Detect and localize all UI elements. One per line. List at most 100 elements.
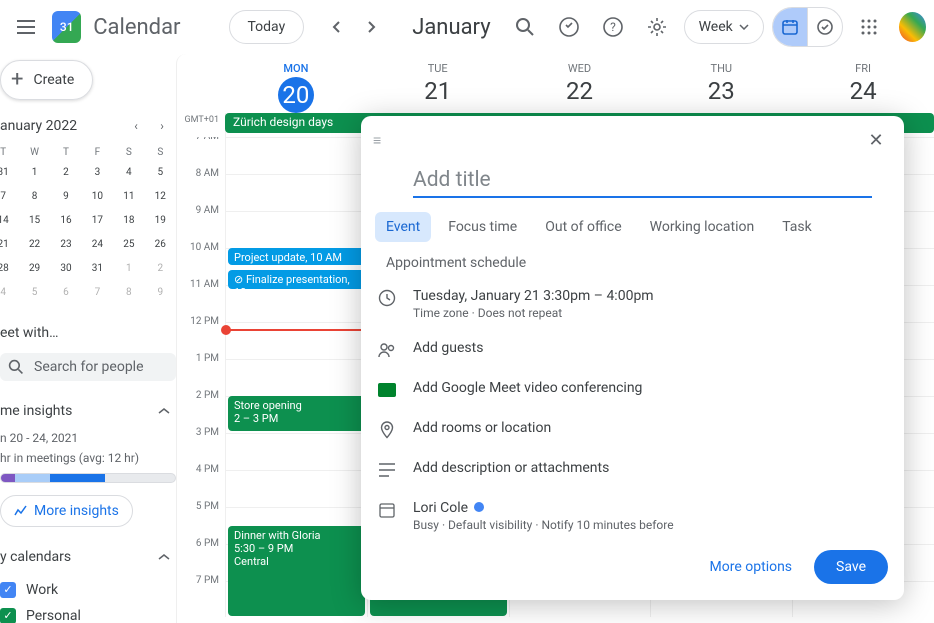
view-label: Week xyxy=(699,19,733,35)
google-apps-icon[interactable] xyxy=(851,7,887,47)
next-week-button[interactable] xyxy=(356,11,388,43)
my-calendars-header[interactable]: y calendars xyxy=(0,543,176,571)
mini-day[interactable]: 25 xyxy=(118,234,140,256)
search-icon[interactable] xyxy=(507,7,543,47)
day-header[interactable]: FRI24 xyxy=(792,54,934,113)
location-row[interactable]: Add rooms or location xyxy=(377,410,888,450)
mini-day[interactable]: 16 xyxy=(55,210,77,232)
event-type-tab[interactable]: Out of office xyxy=(534,212,632,242)
mini-day[interactable]: 21 xyxy=(0,234,14,256)
day-number: 22 xyxy=(509,77,651,105)
event-title-input[interactable] xyxy=(413,164,872,198)
mini-day[interactable]: 18 xyxy=(118,210,140,232)
mini-day[interactable]: 31 xyxy=(86,258,108,280)
calendar-event[interactable]: Store opening2 – 3 PM xyxy=(228,396,365,431)
datetime-row[interactable]: Tuesday, January 21 3:30pm – 4:00pm Time… xyxy=(377,278,888,330)
save-button[interactable]: Save xyxy=(814,550,888,584)
event-type-tab[interactable]: Task xyxy=(771,212,823,242)
mini-day[interactable]: 24 xyxy=(86,234,108,256)
create-button[interactable]: + Create xyxy=(0,60,93,100)
plus-icon: + xyxy=(11,71,23,89)
mini-day[interactable]: 3 xyxy=(86,162,108,184)
calendar-event[interactable]: ⊘ Finalize presentation, 10 xyxy=(228,270,365,288)
mini-day[interactable]: 5 xyxy=(24,282,46,304)
description-row[interactable]: Add description or attachments xyxy=(377,450,888,490)
drag-handle-icon[interactable]: ≡ xyxy=(373,132,381,149)
tasks-mode-button[interactable] xyxy=(807,8,841,46)
mini-day[interactable]: 15 xyxy=(24,210,46,232)
day-of-week: MON xyxy=(225,62,367,75)
mini-day[interactable]: 12 xyxy=(149,186,171,208)
meet-row[interactable]: Add Google Meet video conferencing xyxy=(377,370,888,410)
mini-next-button[interactable]: › xyxy=(150,114,174,138)
mini-day[interactable]: 4 xyxy=(118,162,140,184)
event-type-tab[interactable]: Working location xyxy=(639,212,766,242)
mini-day[interactable]: 8 xyxy=(24,186,46,208)
close-button[interactable]: ✕ xyxy=(860,124,892,156)
mini-day[interactable]: 31 xyxy=(0,162,14,184)
insights-header[interactable]: me insights xyxy=(0,397,176,425)
mini-day[interactable]: 7 xyxy=(86,282,108,304)
mini-day[interactable]: 17 xyxy=(86,210,108,232)
mini-day[interactable]: 23 xyxy=(55,234,77,256)
mini-day[interactable]: 19 xyxy=(149,210,171,232)
mini-day[interactable]: 26 xyxy=(149,234,171,256)
day-column[interactable]: Project update, 10 AM ⊘ Finalize presenta… xyxy=(225,137,367,617)
time-label: 12 PM xyxy=(177,316,225,353)
mini-day[interactable]: 9 xyxy=(149,282,171,304)
mini-day[interactable]: 6 xyxy=(55,282,77,304)
event-type-tab[interactable]: Appointment schedule xyxy=(375,248,537,278)
time-label: 7 PM xyxy=(177,575,225,612)
mini-day[interactable]: 4 xyxy=(0,282,14,304)
mini-day[interactable]: 29 xyxy=(24,258,46,280)
mini-day[interactable]: 1 xyxy=(24,162,46,184)
calendar-item[interactable]: ✓Personal xyxy=(0,603,176,623)
main-menu-icon[interactable] xyxy=(8,7,44,47)
mini-day[interactable]: 11 xyxy=(118,186,140,208)
calendar-owner-row[interactable]: Lori Cole Busy · Default visibility · No… xyxy=(377,490,888,542)
chart-icon xyxy=(14,504,28,518)
insights-avg: hr in meetings (avg: 12 hr) xyxy=(0,451,176,465)
today-button[interactable]: Today xyxy=(229,10,305,44)
my-calendars-title: y calendars xyxy=(0,549,71,565)
calendar-logo: 31 xyxy=(52,11,81,43)
mini-prev-button[interactable]: ‹ xyxy=(124,114,148,138)
mini-calendar[interactable]: MTWTFSS303112345678910111213141516171819… xyxy=(0,144,176,305)
calendar-mode-button[interactable] xyxy=(773,8,807,46)
support-icon[interactable] xyxy=(551,7,587,47)
mini-day[interactable]: 30 xyxy=(55,258,77,280)
mini-day[interactable]: 10 xyxy=(86,186,108,208)
day-header[interactable]: WED22 xyxy=(509,54,651,113)
settings-icon[interactable] xyxy=(639,7,675,47)
mini-day[interactable]: 2 xyxy=(149,258,171,280)
more-options-button[interactable]: More options xyxy=(698,551,805,583)
time-label: 3 PM xyxy=(177,427,225,464)
mini-day[interactable]: 14 xyxy=(0,210,14,232)
mini-day[interactable]: 2 xyxy=(55,162,77,184)
event-type-tab[interactable]: Focus time xyxy=(437,212,528,242)
mini-day[interactable]: 5 xyxy=(149,162,171,184)
calendar-item[interactable]: ✓Work xyxy=(0,577,176,603)
chevron-up-icon xyxy=(158,407,170,415)
day-header[interactable]: MON20 xyxy=(225,54,367,113)
mini-day[interactable]: 7 xyxy=(0,186,14,208)
mini-day[interactable]: 8 xyxy=(118,282,140,304)
account-avatar[interactable] xyxy=(899,12,926,42)
mini-calendar-header: anuary 2022 ‹ › xyxy=(0,114,176,144)
day-header[interactable]: TUE21 xyxy=(367,54,509,113)
more-insights-button[interactable]: More insights xyxy=(0,495,133,527)
view-selector[interactable]: Week xyxy=(684,10,764,44)
calendar-event[interactable]: Project update, 10 AM xyxy=(228,248,365,265)
search-people-input[interactable]: Search for people xyxy=(0,353,176,381)
help-icon[interactable]: ? xyxy=(595,7,631,47)
calendar-event[interactable]: Dinner with Gloria5:30 – 9 PMCentral xyxy=(228,526,365,617)
mini-day[interactable]: 1 xyxy=(118,258,140,280)
mini-day[interactable]: 22 xyxy=(24,234,46,256)
day-of-week: FRI xyxy=(792,62,934,75)
day-header[interactable]: THU23 xyxy=(650,54,792,113)
event-type-tab[interactable]: Event xyxy=(375,212,431,242)
mini-day[interactable]: 9 xyxy=(55,186,77,208)
prev-week-button[interactable] xyxy=(320,11,352,43)
mini-day[interactable]: 28 xyxy=(0,258,14,280)
guests-row[interactable]: Add guests xyxy=(377,330,888,370)
